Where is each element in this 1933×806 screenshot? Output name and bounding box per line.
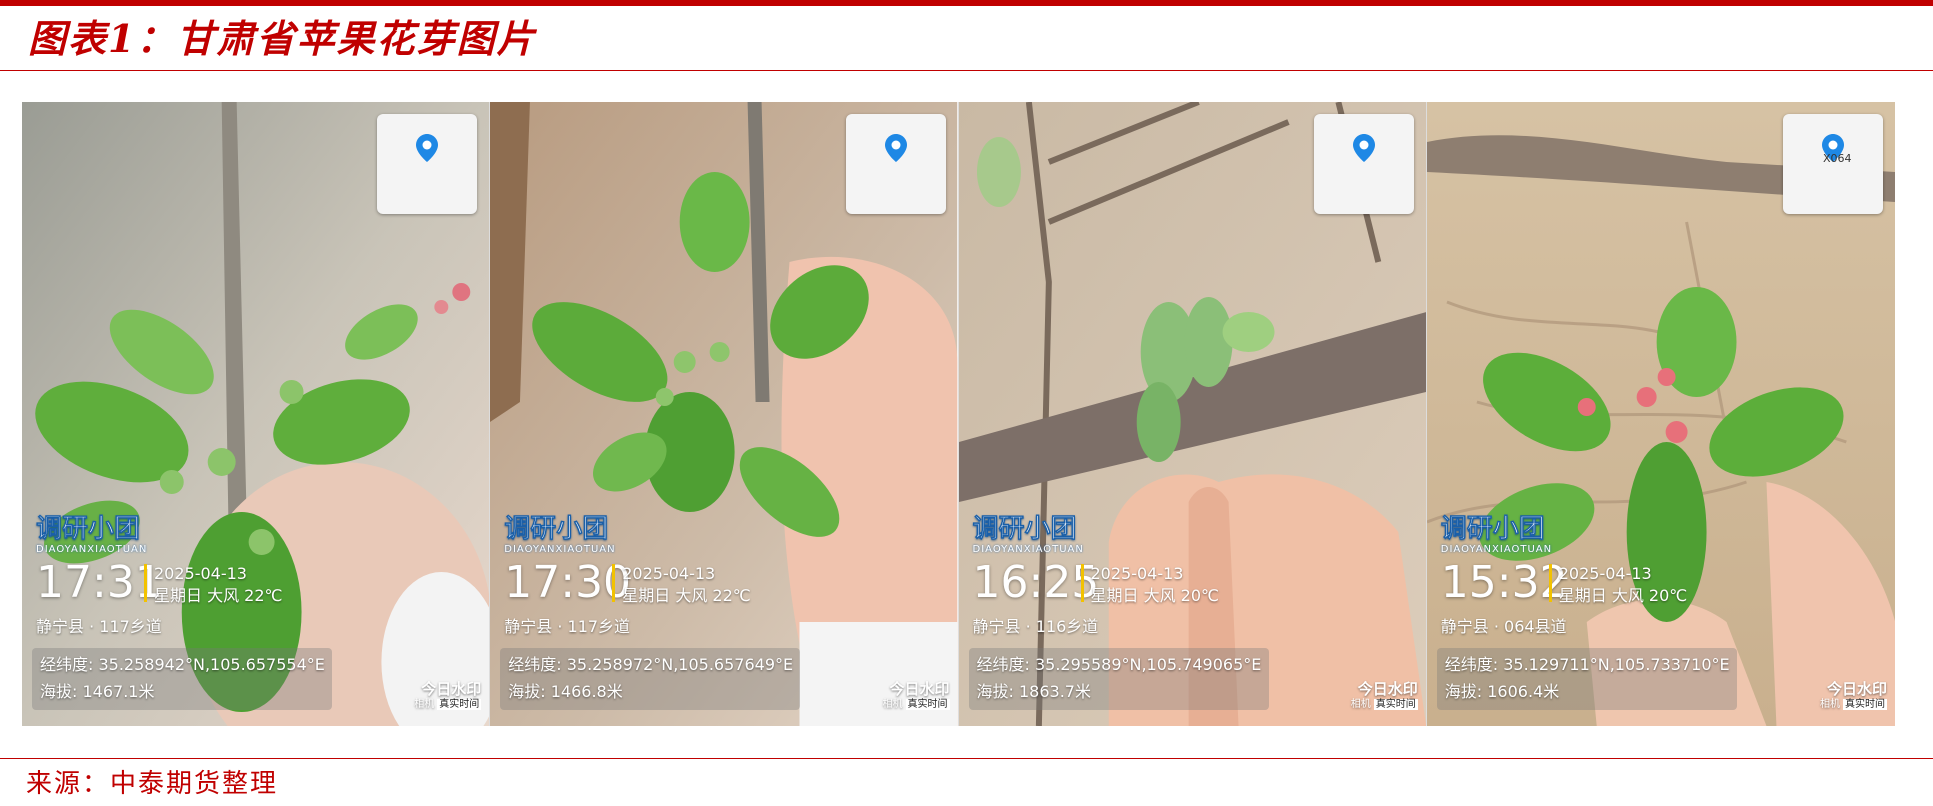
brand-block: 调研小团 DIAOYANXIAOTUAN [972, 514, 1084, 556]
footer-divider [0, 758, 1933, 759]
source-note: 来源：中泰期货整理 [26, 769, 279, 799]
watermark-logo: 今日水印 相机 真实时间 [1351, 680, 1418, 711]
photo-4: X064 调研小团 DIAOYANXIAOTUAN 15:32 2025-04-… [1426, 102, 1895, 726]
coordinates-label: 经纬度: 35.258942°N,105.657554°E [40, 655, 325, 674]
watermark-name: 今日水印 [1357, 680, 1418, 698]
title-divider [0, 70, 1933, 71]
coords-panel: 经纬度: 35.258942°N,105.657554°E 海拔: 1467.1… [32, 648, 332, 710]
weekday-weather-label: 星期日 大风 22℃ [622, 586, 751, 605]
place-label: 静宁县 · 116乡道 [972, 617, 1099, 636]
watermark-sub: 相机 真实时间 [1820, 699, 1887, 710]
weekday-weather-label: 星期日 大风 22℃ [154, 586, 283, 605]
altitude-label: 海拔: 1466.8米 [508, 682, 623, 701]
altitude-label: 海拔: 1863.7米 [976, 682, 1091, 701]
watermark-sub: 相机 真实时间 [882, 699, 950, 710]
weekday-weather-label: 星期日 大风 20℃ [1558, 586, 1688, 605]
time-divider [1548, 564, 1552, 602]
place-label: 静宁县 · 117乡道 [36, 617, 162, 636]
coordinates-label: 经纬度: 35.295589°N,105.749065°E [976, 655, 1262, 674]
place-label: 静宁县 · 064县道 [1440, 617, 1567, 636]
location-pin-icon [1352, 134, 1375, 162]
watermark-name: 今日水印 [1826, 680, 1887, 698]
location-pin-icon [884, 134, 907, 162]
brand-name: 调研小团 [972, 514, 1077, 545]
brand-name: 调研小团 [504, 514, 609, 545]
photo-3: 调研小团 DIAOYANXIAOTUAN 16:25 2025-04-13 星期… [958, 102, 1427, 726]
coordinates-label: 经纬度: 35.129711°N,105.733710°E [1444, 655, 1730, 674]
watermark-logo: 今日水印 相机 真实时间 [1820, 680, 1887, 711]
brand-pinyin: DIAOYANXIAOTUAN [504, 544, 616, 555]
watermark-name: 今日水印 [421, 680, 482, 698]
coords-panel: 经纬度: 35.258972°N,105.657649°E 海拔: 1466.8… [500, 648, 801, 710]
date-label: 2025-04-13 [1558, 564, 1652, 583]
altitude-label: 海拔: 1606.4米 [1444, 682, 1560, 701]
watermark-logo: 今日水印 相机 真实时间 [414, 680, 482, 711]
time-divider [612, 564, 616, 602]
watermark-sub: 相机 真实时间 [414, 699, 482, 710]
place-label: 静宁县 · 117乡道 [504, 617, 631, 636]
date-label: 2025-04-13 [1090, 564, 1184, 583]
brand-block: 调研小团 DIAOYANXIAOTUAN [36, 514, 147, 556]
map-road-label: X064 [1823, 152, 1852, 165]
map-thumbnail[interactable] [1313, 114, 1414, 214]
brand-block: 调研小团 DIAOYANXIAOTUAN [1440, 514, 1553, 556]
map-thumbnail[interactable]: X064 [1783, 114, 1883, 214]
brand-pinyin: DIAOYANXIAOTUAN [972, 544, 1084, 555]
coordinates-label: 经纬度: 35.258972°N,105.657649°E [508, 655, 794, 674]
watermark-sub: 相机 真实时间 [1350, 699, 1418, 710]
altitude-label: 海拔: 1467.1米 [40, 682, 155, 701]
location-pin-icon [416, 134, 439, 162]
photo-1: 调研小团 DIAOYANXIAOTUAN 17:31 2025-04-13 星期… [22, 102, 491, 726]
date-label: 2025-04-13 [622, 564, 716, 583]
brand-pinyin: DIAOYANXIAOTUAN [36, 544, 148, 555]
watermark-logo: 今日水印 相机 真实时间 [883, 680, 950, 711]
brand-block: 调研小团 DIAOYANXIAOTUAN [504, 514, 615, 556]
figure-title: 图表1：甘肃省苹果花芽图片 [28, 16, 537, 61]
brand-pinyin: DIAOYANXIAOTUAN [1440, 544, 1553, 555]
map-thumbnail[interactable] [377, 114, 478, 214]
date-label: 2025-04-13 [154, 564, 247, 583]
brand-name: 调研小团 [1440, 514, 1545, 545]
brand-name: 调研小团 [36, 514, 141, 545]
weekday-weather-label: 星期日 大风 20℃ [1090, 586, 1220, 605]
top-rule [0, 0, 1933, 6]
photo-2: 调研小团 DIAOYANXIAOTUAN 17:30 2025-04-13 星期… [490, 102, 959, 726]
coords-panel: 经纬度: 35.129711°N,105.733710°E 海拔: 1606.4… [1436, 648, 1737, 710]
watermark-name: 今日水印 [889, 680, 950, 698]
time-divider [144, 564, 147, 602]
time-divider [1080, 564, 1084, 602]
photo-strip: 调研小团 DIAOYANXIAOTUAN 17:31 2025-04-13 星期… [22, 102, 1895, 726]
map-thumbnail[interactable] [845, 114, 946, 214]
coords-panel: 经纬度: 35.295589°N,105.749065°E 海拔: 1863.7… [968, 648, 1269, 710]
